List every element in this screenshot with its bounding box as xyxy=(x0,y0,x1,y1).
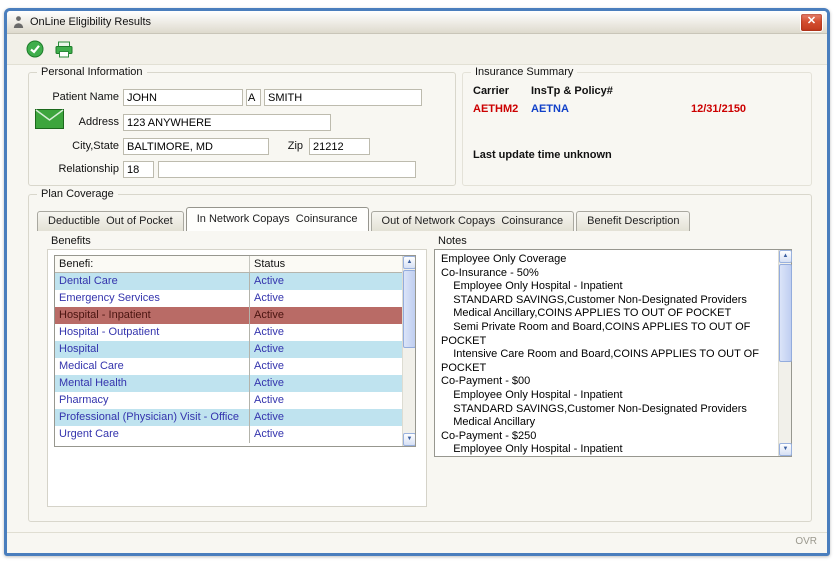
city-state-label: City,State xyxy=(72,140,119,152)
benefit-row[interactable]: Hospital - Inpatient Active xyxy=(55,307,402,324)
benefits-table-body: Dental Care Active Emergency Services Activ… xyxy=(55,273,402,443)
ovr-indicator: OVR xyxy=(795,536,817,547)
benefits-label: Benefits xyxy=(51,235,91,247)
toolbar xyxy=(7,34,827,65)
statusbar: OVR xyxy=(7,532,827,553)
benefits-panel: Benefi: Status Dental Care Active Emergency… xyxy=(47,249,427,507)
benefit-row[interactable]: Mental Health Active xyxy=(55,375,402,392)
expiration-date: 12/31/2150 xyxy=(691,103,747,115)
last-name-field[interactable] xyxy=(264,89,422,106)
first-name-field[interactable] xyxy=(123,89,243,106)
printer-icon xyxy=(55,41,73,57)
benefit-name: Hospital xyxy=(55,341,250,358)
benefit-name: Urgent Care xyxy=(55,426,250,443)
benefit-status: Active xyxy=(254,343,284,355)
notes-scrollbar[interactable]: ▲ ▼ xyxy=(778,250,792,456)
scroll-up-icon[interactable]: ▲ xyxy=(779,250,792,263)
instp-value: AETNA xyxy=(531,103,569,115)
benefit-name: Emergency Services xyxy=(55,290,250,307)
personal-information-title: Personal Information xyxy=(37,65,147,79)
benefit-name: Pharmacy xyxy=(55,392,250,409)
city-state-field[interactable] xyxy=(123,138,269,155)
benefit-name: Medical Care xyxy=(55,358,250,375)
instp-policy-header: InsTp & Policy# xyxy=(531,85,613,97)
benefit-status: Active xyxy=(254,360,284,372)
column-header[interactable]: Benefi: xyxy=(55,256,250,272)
zip-field[interactable] xyxy=(309,138,370,155)
screen: OnLine Eligibility Results ✕ Personal In… xyxy=(0,0,838,564)
titlebar[interactable]: OnLine Eligibility Results ✕ xyxy=(7,11,827,34)
patient-name-label: Patient Name xyxy=(52,91,119,103)
benefits-table-header: Benefi: Status xyxy=(55,256,402,273)
address-label: Address xyxy=(78,116,119,128)
tab-1[interactable]: In Network Copays Coinsurance xyxy=(185,207,369,231)
notes-panel[interactable]: Employee Only Coverage Co-Insurance - 50… xyxy=(434,249,792,457)
notes-text: Employee Only Coverage Co-Insurance - 50… xyxy=(441,253,759,456)
benefit-name: Dental Care xyxy=(55,273,250,290)
benefit-status: Active xyxy=(254,292,284,304)
benefits-scrollbar[interactable]: ▲ ▼ xyxy=(402,256,415,446)
benefit-row[interactable]: Pharmacy Active xyxy=(55,392,402,409)
plan-coverage-title: Plan Coverage xyxy=(37,187,118,201)
benefit-row[interactable]: Urgent Care Active xyxy=(55,426,402,443)
benefit-status: Active xyxy=(254,428,284,440)
insurance-summary-groupbox: Insurance Summary Carrier InsTp & Policy… xyxy=(462,65,812,186)
online-eligibility-results-window: OnLine Eligibility Results ✕ Personal In… xyxy=(4,8,830,556)
benefits-table: Benefi: Status Dental Care Active Emergency… xyxy=(54,255,416,447)
benefit-status: Active xyxy=(254,411,284,423)
plan-coverage-groupbox: Plan Coverage Deductible Out of Pocket In… xyxy=(28,187,812,522)
plan-coverage-tabs: Deductible Out of Pocket In Network Copay… xyxy=(37,207,692,231)
notes-scrollbar-thumb[interactable] xyxy=(779,264,792,362)
benefit-row[interactable]: Medical Care Active xyxy=(55,358,402,375)
tab-3[interactable]: Benefit Description xyxy=(576,211,691,231)
relationship-label: Relationship xyxy=(58,163,119,175)
address-field[interactable] xyxy=(123,114,331,131)
benefit-status: Active xyxy=(254,377,284,389)
close-icon[interactable]: ✕ xyxy=(800,13,823,32)
last-update-text: Last update time unknown xyxy=(473,149,612,161)
zip-label: Zip xyxy=(287,140,303,152)
benefit-row[interactable]: Hospital - Outpatient Active xyxy=(55,324,402,341)
benefit-status: Active xyxy=(254,394,284,406)
scroll-up-icon[interactable]: ▲ xyxy=(403,256,415,269)
window-person-icon xyxy=(12,15,25,29)
content-area: Personal Information Patient Name Addres… xyxy=(7,65,827,532)
benefit-status: Active xyxy=(254,309,284,321)
tab-0[interactable]: Deductible Out of Pocket xyxy=(37,211,184,231)
benefit-name: Hospital - Inpatient xyxy=(55,307,250,324)
scroll-down-icon[interactable]: ▼ xyxy=(403,433,415,446)
personal-information-groupbox: Personal Information Patient Name Addres… xyxy=(28,65,456,186)
benefits-scrollbar-thumb[interactable] xyxy=(403,270,415,348)
notes-label: Notes xyxy=(438,235,467,247)
benefit-row[interactable]: Professional (Physician) Visit - Office A… xyxy=(55,409,402,426)
benefit-row[interactable]: Dental Care Active xyxy=(55,273,402,290)
tab-2[interactable]: Out of Network Copays Coinsurance xyxy=(370,211,575,231)
relationship-desc-field[interactable] xyxy=(158,161,416,178)
benefit-name: Mental Health xyxy=(55,375,250,392)
benefit-row[interactable]: Hospital Active xyxy=(55,341,402,358)
window-title: OnLine Eligibility Results xyxy=(30,16,152,28)
benefit-status: Active xyxy=(254,326,284,338)
benefit-name: Hospital - Outpatient xyxy=(55,324,250,341)
print-button[interactable] xyxy=(53,38,75,60)
middle-initial-field[interactable] xyxy=(246,89,261,106)
insurance-summary-title: Insurance Summary xyxy=(471,65,578,79)
column-header[interactable]: Status xyxy=(250,256,402,272)
carrier-header: Carrier xyxy=(473,85,510,97)
benefit-status: Active xyxy=(254,275,284,287)
check-circle-icon xyxy=(26,40,44,58)
relationship-code-field[interactable] xyxy=(123,161,154,178)
benefit-name: Professional (Physician) Visit - Office xyxy=(55,409,250,426)
scroll-down-icon[interactable]: ▼ xyxy=(779,443,792,456)
carrier-value: AETHM2 xyxy=(473,103,519,115)
ok-check-button[interactable] xyxy=(24,38,46,60)
benefit-row[interactable]: Emergency Services Active xyxy=(55,290,402,307)
